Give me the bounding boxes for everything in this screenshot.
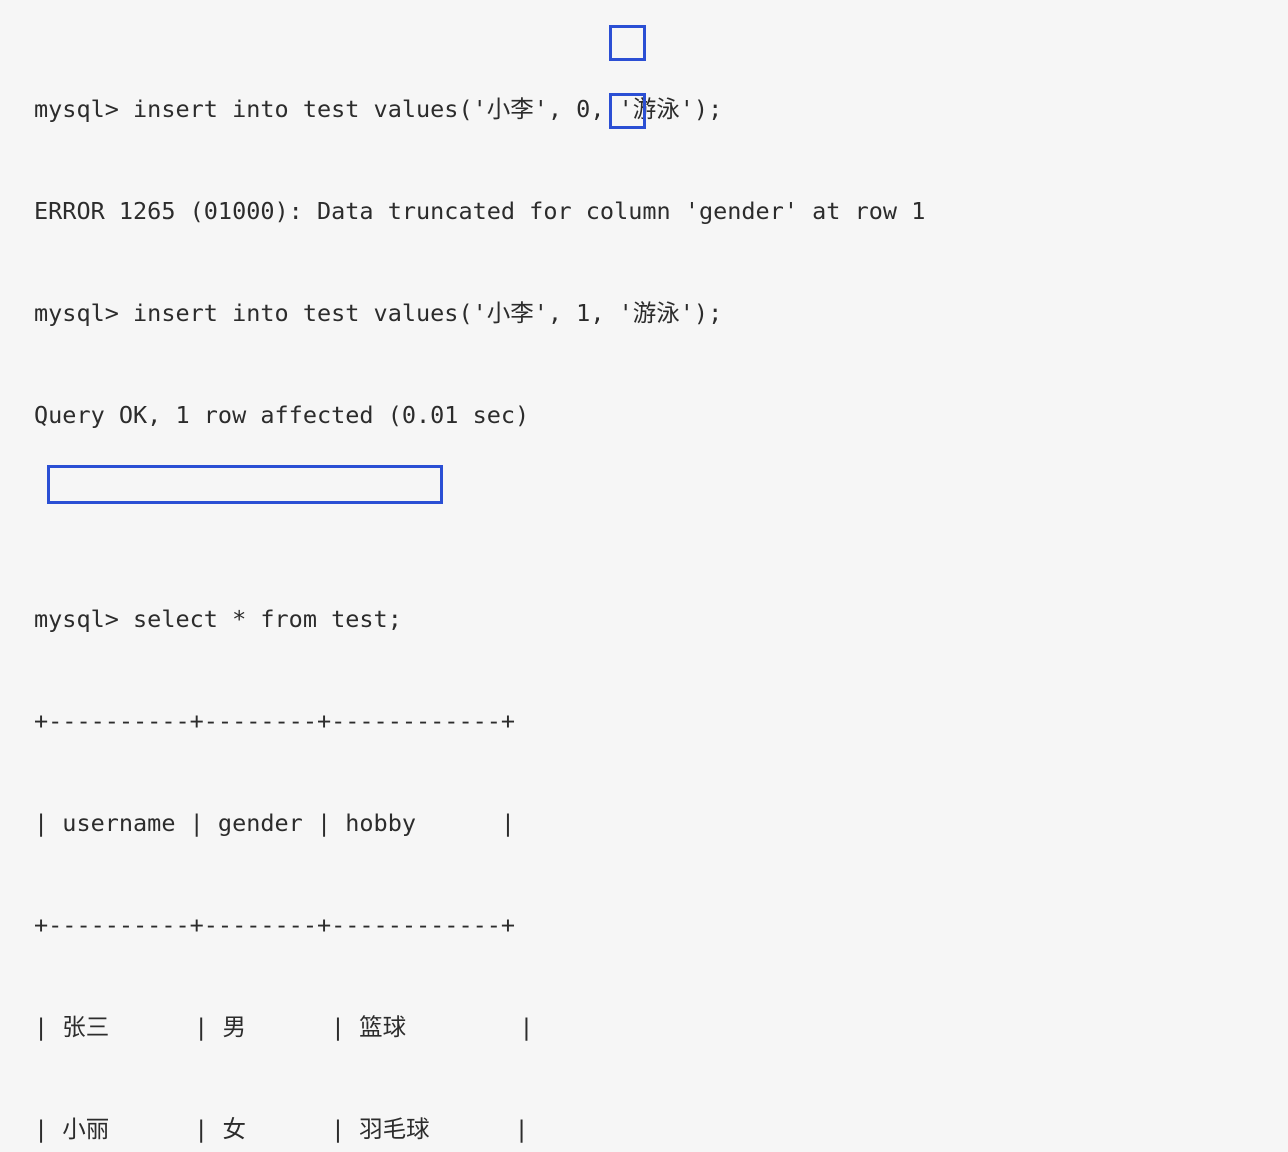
error-message-line: ERROR 1265 (01000): Data truncated for c… [34,197,926,225]
table-top-border: +----------+--------+------------+ [34,707,516,735]
command-line-select: mysql> select * from test; [34,605,402,633]
table-header-separator: +----------+--------+------------+ [34,911,516,939]
query-ok-line: Query OK, 1 row affected (0.01 sec) [34,401,530,429]
terminal-window: mysql> insert into test values('小李', 0, … [0,0,1288,1143]
terminal-output[interactable]: mysql> insert into test values('小李', 0, … [34,24,925,1152]
table-row: | 小丽 | 女 | 羽毛球 | [34,1115,529,1143]
table-row: | 张三 | 男 | 篮球 | [34,1013,534,1041]
command-line-insert-failed: mysql> insert into test values('小李', 0, … [34,95,723,123]
table-header-row: | username | gender | hobby | [34,809,516,837]
command-line-insert-succeeded: mysql> insert into test values('小李', 1, … [34,299,723,327]
